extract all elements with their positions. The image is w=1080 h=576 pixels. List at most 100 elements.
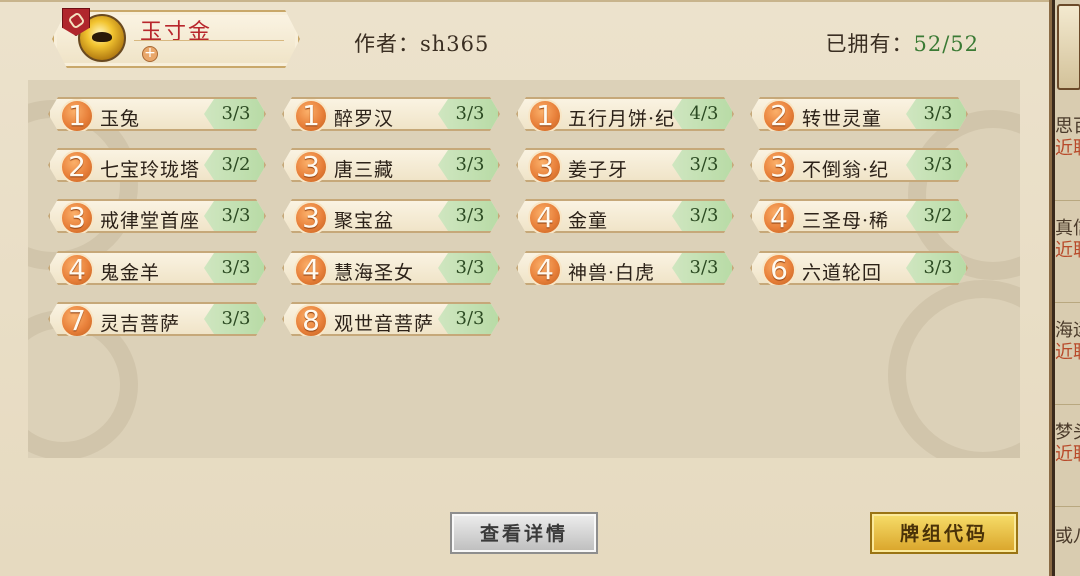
cost-orb: 8 [294,304,328,338]
card-item[interactable]: 4 三圣母·稀 3/2 [750,199,968,233]
side-item-title: 思百 [1055,116,1080,137]
card-name: 不倒翁·纪 [802,159,890,181]
card-item[interactable]: 3 姜子牙 3/3 [516,148,734,182]
cost-orb: 7 [60,304,94,338]
card-item[interactable]: 8 观世音菩萨 3/3 [282,302,500,336]
card-name: 五行月饼·纪 [568,108,676,130]
side-item-subtitle: 近联 [1055,342,1080,363]
card-item[interactable]: 3 唐三藏 3/3 [282,148,500,182]
card-name: 六道轮回 [802,262,883,284]
side-list: 思百 近联 真信 近联 海运 近联 梦头 近联 或八 [1055,0,1080,576]
card-item[interactable]: 3 戒律堂首座 3/3 [48,199,266,233]
side-list-item[interactable]: 思百 近联 [1055,116,1080,160]
card-name: 金童 [568,210,609,232]
owned-value: 52/52 [913,32,979,56]
card-count: 3/3 [204,253,264,283]
side-item-subtitle: 近联 [1055,444,1080,465]
card-count: 3/3 [672,150,732,180]
card-item[interactable]: 1 玉兔 3/3 [48,97,266,131]
side-item-subtitle: 近联 [1055,240,1080,261]
divider [1055,302,1080,303]
card-count: 3/3 [204,99,264,129]
card-item[interactable]: 1 五行月饼·纪 4/3 [516,97,734,131]
cost-orb: 3 [762,150,796,184]
divider [1055,200,1080,201]
cost-orb: 3 [60,201,94,235]
cost-orb: 4 [528,253,562,287]
side-list-item[interactable]: 海运 近联 [1055,320,1080,364]
card-count: 3/3 [438,253,498,283]
card-count: 3/3 [906,99,966,129]
card-name: 转世灵童 [802,108,883,130]
card-count: 3/3 [438,150,498,180]
card-count: 3/3 [906,253,966,283]
card-name: 灵吉菩萨 [100,313,181,335]
divider [1055,404,1080,405]
cost-orb: 1 [294,99,328,133]
side-item-title: 梦头 [1055,422,1080,443]
cost-orb: 2 [60,150,94,184]
deck-panel: 玉寸金 + 作者：sh365 已拥有：52/52 1 玉兔 3/3 1 醉罗汉 … [0,0,1052,576]
card-name: 慧海圣女 [334,262,415,284]
cost-orb: 4 [528,201,562,235]
card-name: 姜子牙 [568,159,629,181]
card-item[interactable]: 4 慧海圣女 3/3 [282,251,500,285]
card-item[interactable]: 7 灵吉菩萨 3/3 [48,302,266,336]
side-list-item[interactable]: 或八 [1055,526,1080,548]
card-item[interactable]: 4 神兽·白虎 3/3 [516,251,734,285]
card-name: 神兽·白虎 [568,262,656,284]
cost-orb: 3 [528,150,562,184]
side-item-subtitle: 近联 [1055,138,1080,159]
card-name: 玉兔 [100,108,141,130]
card-item[interactable]: 1 醉罗汉 3/3 [282,97,500,131]
lantern-icon [1057,4,1080,90]
view-details-button[interactable]: 查看详情 [450,512,598,554]
card-name: 聚宝盆 [334,210,395,232]
card-item[interactable]: 4 鬼金羊 3/3 [48,251,266,285]
side-item-title: 或八 [1055,526,1080,547]
card-item[interactable]: 2 七宝玲珑塔 3/2 [48,148,266,182]
card-name: 醉罗汉 [334,108,395,130]
cost-orb: 1 [528,99,562,133]
card-count: 3/3 [438,201,498,231]
card-item[interactable]: 2 转世灵童 3/3 [750,97,968,131]
cost-orb: 4 [762,201,796,235]
cost-orb: 3 [294,150,328,184]
card-name: 观世音菩萨 [334,313,435,335]
card-count: 3/2 [906,201,966,231]
owned-count: 已拥有：52/52 [825,28,979,58]
swirl-decoration [888,280,1020,458]
add-icon[interactable]: + [142,46,158,62]
card-item[interactable]: 4 金童 3/3 [516,199,734,233]
card-name: 三圣母·稀 [802,210,890,232]
card-name: 戒律堂首座 [100,210,201,232]
side-list-item[interactable]: 梦头 近联 [1055,422,1080,466]
cost-orb: 4 [294,253,328,287]
card-count: 3/3 [438,99,498,129]
card-count: 3/3 [204,201,264,231]
side-item-title: 海运 [1055,320,1080,341]
cost-orb: 3 [294,201,328,235]
card-count: 3/3 [906,150,966,180]
card-count: 3/3 [204,304,264,334]
deck-name: 玉寸金 [140,20,213,45]
side-list-item[interactable]: 真信 近联 [1055,218,1080,262]
card-count: 3/3 [438,304,498,334]
card-item[interactable]: 6 六道轮回 3/3 [750,251,968,285]
card-item[interactable]: 3 不倒翁·纪 3/3 [750,148,968,182]
card-name: 鬼金羊 [100,262,161,284]
card-count: 3/3 [672,201,732,231]
divider [1055,506,1080,507]
deck-code-button[interactable]: 牌组代码 [870,512,1018,554]
cost-orb: 4 [60,253,94,287]
divider [134,40,284,41]
author-label: 作者：sh365 [354,32,490,56]
card-count: 3/2 [204,150,264,180]
card-count: 3/3 [672,253,732,283]
card-item[interactable]: 3 聚宝盆 3/3 [282,199,500,233]
cost-orb: 6 [762,253,796,287]
cost-orb: 2 [762,99,796,133]
card-name: 唐三藏 [334,159,395,181]
card-name: 七宝玲珑塔 [100,159,201,181]
owned-label: 已拥有： [825,32,914,56]
